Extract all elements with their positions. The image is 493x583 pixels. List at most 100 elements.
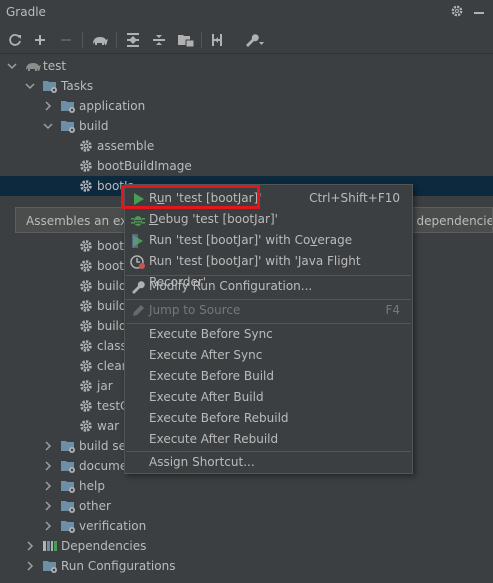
task-label: bootBuildImage <box>97 159 192 173</box>
task-folder-icon <box>60 498 76 514</box>
debug-bug-icon <box>130 212 146 228</box>
wrench-dropdown-icon[interactable] <box>242 31 264 49</box>
chevron-down-icon[interactable] <box>42 116 54 136</box>
elephant-icon <box>24 58 41 74</box>
gear-icon <box>78 398 94 414</box>
task-folder-icon <box>60 98 76 114</box>
menu-item-label: Execute Before Sync <box>149 327 273 341</box>
toolbar-separator <box>116 32 117 48</box>
elephant-offline-icon[interactable] <box>90 31 108 49</box>
chevron-right-icon[interactable] <box>24 536 36 556</box>
tree-node-task[interactable]: bootBuildImage <box>0 156 493 176</box>
task-label: build <box>97 299 127 313</box>
gear-icon <box>78 158 94 174</box>
gear-icon[interactable] <box>448 3 466 21</box>
task-label: bootl <box>97 239 128 253</box>
task-folder-icon <box>60 458 76 474</box>
group-modules-icon[interactable] <box>176 31 195 49</box>
gear-icon <box>78 258 94 274</box>
group-label: application <box>79 99 146 113</box>
collapse-all-icon[interactable] <box>150 31 168 49</box>
minimize-icon[interactable] <box>470 3 488 21</box>
chevron-right-icon[interactable] <box>42 476 54 496</box>
tree-node-project[interactable]: test <box>0 56 493 76</box>
chevron-right-icon[interactable] <box>24 556 36 576</box>
menu-item-label: Execute Before Build <box>149 369 274 383</box>
task-folder-icon <box>60 518 76 534</box>
chevron-right-icon[interactable] <box>42 496 54 516</box>
group-label: build set <box>79 439 131 453</box>
chevron-right-icon[interactable] <box>42 516 54 536</box>
gear-icon <box>78 318 94 334</box>
menu-item-label: Execute Before Rebuild <box>149 411 289 425</box>
menu-item-execute-after-sync[interactable]: Execute After Sync <box>125 345 412 366</box>
run-configurations-label: Run Configurations <box>61 559 176 573</box>
tree-node-tasks[interactable]: Tasks <box>0 76 493 96</box>
chevron-down-icon[interactable] <box>24 76 36 96</box>
tree-node-group[interactable]: help <box>0 476 493 496</box>
tree-node-dependencies[interactable]: Dependencies <box>0 536 493 556</box>
menu-item-run-with-profiler[interactable]: Run 'test [bootJar]' with 'Java Flight R… <box>125 251 412 289</box>
tree-node-group[interactable]: other <box>0 496 493 516</box>
highlight-annotation-box <box>121 185 260 209</box>
task-label: bootl <box>97 259 128 273</box>
tree-node-run-configurations[interactable]: Run Configurations <box>0 556 493 576</box>
menu-item-shortcut: F4 <box>385 303 400 317</box>
profiler-icon <box>130 254 146 270</box>
menu-item-label: Run 'test [bootJar]' with Coverage <box>149 233 353 247</box>
tree-node-task[interactable]: assemble <box>0 136 493 156</box>
pencil-icon <box>130 303 146 319</box>
chevron-down-icon[interactable] <box>6 56 18 76</box>
menu-item-jump-to-source: Jump to Source F4 <box>125 300 412 321</box>
gradle-toolbar <box>0 27 493 54</box>
tree-node-group[interactable]: verification <box>0 516 493 536</box>
menu-item-label: Execute After Sync <box>149 348 263 362</box>
gear-icon <box>78 238 94 254</box>
tree-node-group[interactable]: build <box>0 116 493 136</box>
gear-icon <box>78 358 94 374</box>
chevron-right-icon[interactable] <box>42 456 54 476</box>
group-label: docume <box>79 459 128 473</box>
menu-item-modify-run-configuration[interactable]: Modify Run Configuration... <box>125 276 412 297</box>
chevron-right-icon[interactable] <box>42 96 54 116</box>
expand-all-icon[interactable] <box>124 31 142 49</box>
refresh-icon[interactable] <box>6 31 24 49</box>
menu-item-debug[interactable]: Debug 'test [bootJar]' <box>125 209 412 230</box>
remove-icon <box>57 31 75 49</box>
menu-item-label: Assign Shortcut... <box>149 455 255 469</box>
task-folder-icon <box>60 438 76 454</box>
group-label: help <box>79 479 105 493</box>
menu-item-shortcut: Ctrl+Shift+F10 <box>309 191 400 205</box>
add-icon[interactable] <box>31 31 49 49</box>
chevron-right-icon[interactable] <box>42 436 54 456</box>
menu-item-execute-before-sync[interactable]: Execute Before Sync <box>125 324 412 345</box>
task-label: build <box>97 279 127 293</box>
toolbar-separator <box>201 32 202 48</box>
run-configurations-folder-icon <box>42 558 58 574</box>
gradle-tool-window-header: Gradle <box>0 0 493 26</box>
menu-item-label: Modify Run Configuration... <box>149 279 313 293</box>
project-label: test <box>43 59 67 73</box>
task-folder-icon <box>42 78 58 94</box>
gear-icon <box>78 178 94 194</box>
dependencies-icon <box>42 538 58 554</box>
task-folder-icon <box>60 118 76 134</box>
task-label: war <box>97 419 120 433</box>
wrench-icon <box>130 279 146 295</box>
menu-item-assign-shortcut[interactable]: Assign Shortcut... <box>125 452 412 473</box>
menu-item-execute-after-build[interactable]: Execute After Build <box>125 387 412 408</box>
toggle-skip-tests-icon[interactable] <box>208 31 226 49</box>
menu-item-label: Jump to Source <box>149 303 241 317</box>
group-label: verification <box>79 519 147 533</box>
menu-item-run-with-coverage[interactable]: Run 'test [bootJar]' with Coverage <box>125 230 412 251</box>
dependencies-label: Dependencies <box>61 539 147 553</box>
menu-item-execute-after-rebuild[interactable]: Execute After Rebuild <box>125 429 412 450</box>
menu-item-execute-before-build[interactable]: Execute Before Build <box>125 366 412 387</box>
menu-item-label: Execute After Rebuild <box>149 432 279 446</box>
tree-node-group[interactable]: application <box>0 96 493 116</box>
task-folder-icon <box>60 478 76 494</box>
tasks-label: Tasks <box>61 79 94 93</box>
task-label: assemble <box>97 139 155 153</box>
menu-item-execute-before-rebuild[interactable]: Execute Before Rebuild <box>125 408 412 429</box>
gear-icon <box>78 138 94 154</box>
